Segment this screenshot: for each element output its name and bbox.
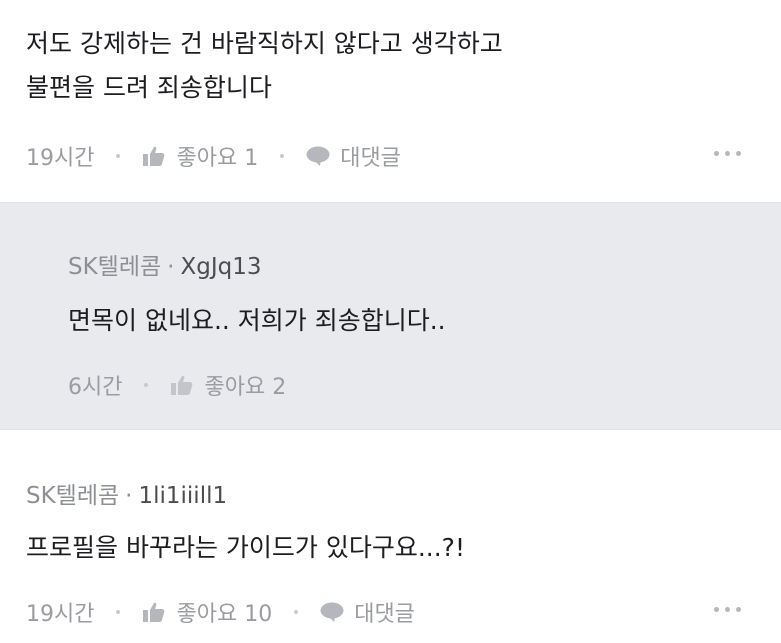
thumbs-up-icon[interactable]: [142, 145, 166, 167]
reply-button[interactable]: 대댓글: [340, 140, 401, 172]
dot-separator: [144, 383, 149, 387]
timestamp: 19시간: [26, 602, 95, 627]
comment-text-line: 저도 강제하는 건 바람직하지 않다고 생각하고: [26, 29, 503, 58]
comment-meta: 6시간 좋아요 2: [68, 369, 286, 401]
thumbs-up-icon[interactable]: [170, 374, 194, 396]
comment-body: 저도 강제하는 건 바람직하지 않다고 생각하고 불편을 드려 죄송합니다: [26, 22, 503, 110]
like-button[interactable]: 좋아요 2: [204, 369, 286, 401]
speech-bubble-icon[interactable]: [306, 145, 330, 167]
comment-text-line: 면목이 없네요.. 저희가 죄송합니다..: [68, 306, 446, 335]
comment-meta: 19시간 좋아요 10 대댓글: [26, 596, 415, 628]
author-separator: ·: [125, 483, 133, 509]
comment-text-line: 불편을 드려 죄송합니다: [26, 73, 272, 102]
author-username[interactable]: 1li1iiill1: [138, 483, 227, 509]
dot-separator: [116, 610, 121, 614]
comment-item: 저도 강제하는 건 바람직하지 않다고 생각하고 불편을 드려 죄송합니다 19…: [0, 0, 781, 202]
like-button[interactable]: 좋아요 1: [176, 140, 258, 172]
speech-bubble-icon[interactable]: [320, 601, 344, 623]
comment-body: 면목이 없네요.. 저희가 죄송합니다..: [68, 299, 446, 343]
comment-item: SK텔레콤 · 1li1iiill1 프로필을 바꾸라는 가이드가 있다구요...?…: [0, 430, 781, 643]
author-name[interactable]: SK텔레콤: [68, 254, 161, 280]
dot-separator: [116, 154, 121, 158]
comment-text-line: 프로필을 바꾸라는 가이드가 있다구요...?!: [26, 533, 465, 562]
thumbs-up-icon[interactable]: [142, 601, 166, 623]
author-separator: ·: [167, 254, 175, 280]
reply-button[interactable]: 대댓글: [354, 596, 415, 628]
timestamp: 6시간: [68, 375, 123, 400]
dot-separator: [280, 154, 285, 158]
reply-item: SK텔레콤 · XgJq13 면목이 없네요.. 저희가 죄송합니다.. 6시간 좋…: [0, 202, 781, 430]
comment-meta: 19시간 좋아요 1 대댓글: [26, 140, 401, 172]
like-button[interactable]: 좋아요 10: [176, 596, 272, 628]
comment-author: SK텔레콤 · 1li1iiill1: [26, 476, 227, 510]
author-username[interactable]: XgJq13: [180, 254, 261, 280]
author-name[interactable]: SK텔레콤: [26, 483, 119, 509]
timestamp: 19시간: [26, 146, 95, 171]
more-options-icon[interactable]: [714, 151, 741, 156]
comment-thread: 저도 강제하는 건 바람직하지 않다고 생각하고 불편을 드려 죄송합니다 19…: [0, 0, 781, 643]
dot-separator: [294, 610, 299, 614]
more-options-icon[interactable]: [714, 607, 741, 612]
comment-body: 프로필을 바꾸라는 가이드가 있다구요...?!: [26, 526, 465, 570]
comment-author: SK텔레콤 · XgJq13: [68, 247, 262, 281]
